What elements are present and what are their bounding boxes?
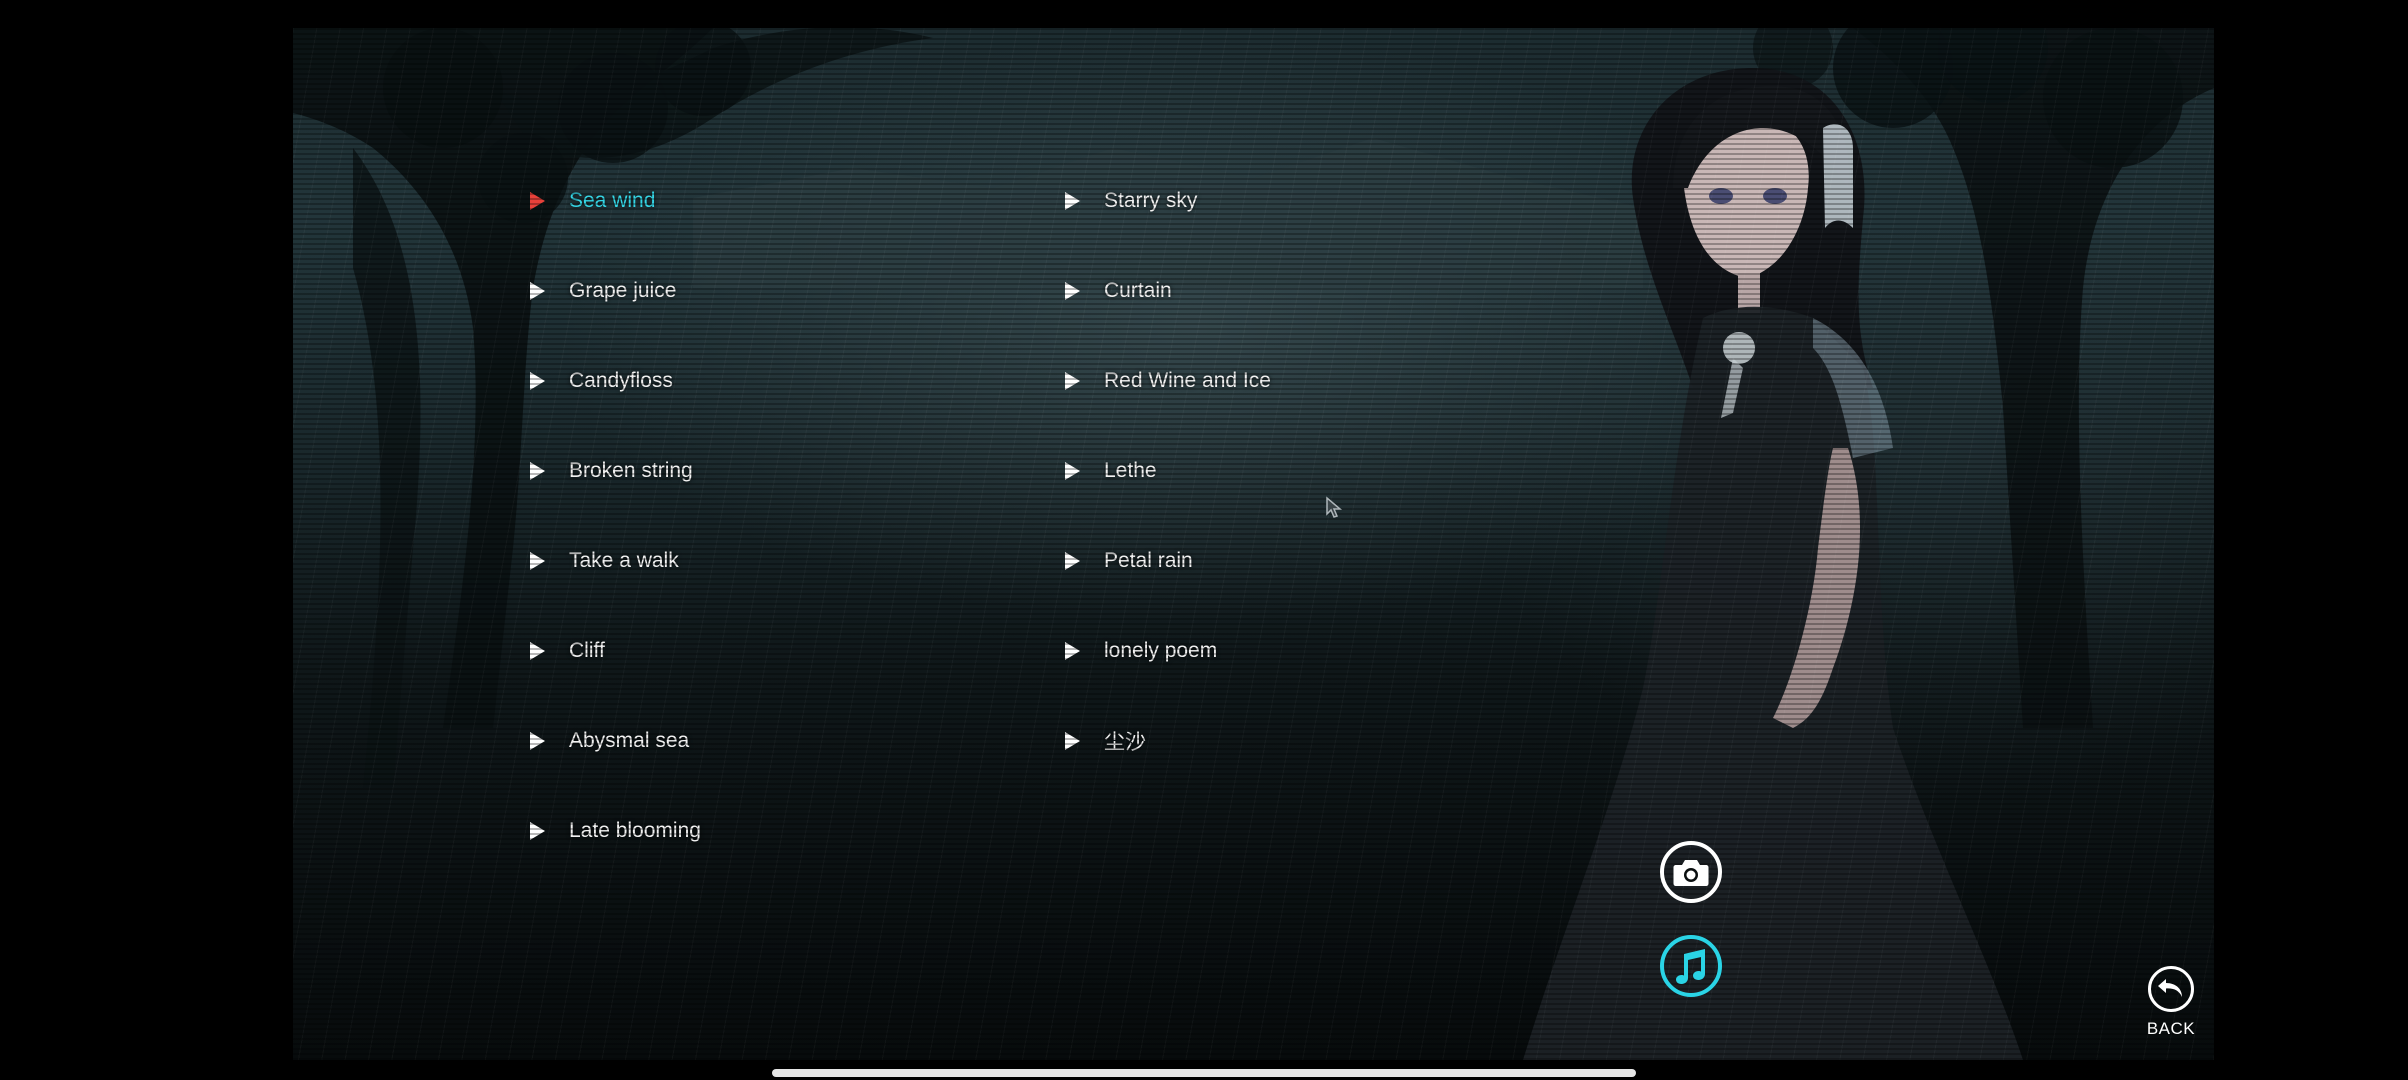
track-item[interactable]: Abysmal sea (530, 721, 689, 761)
track-item[interactable]: Petal rain (1065, 541, 1193, 581)
play-icon (1065, 552, 1080, 570)
music-gallery-screen: Sea wind Grape juice Candyfloss Broken stri… (293, 28, 2214, 1060)
track-item[interactable]: Cliff (530, 631, 605, 671)
play-icon (1065, 282, 1080, 300)
track-item[interactable]: Sea wind (530, 181, 655, 221)
character-illustration (1523, 68, 2023, 1060)
play-icon (530, 462, 545, 480)
track-item[interactable]: Take a walk (530, 541, 679, 581)
undo-arrow-icon (2148, 966, 2194, 1012)
play-icon (530, 552, 545, 570)
play-icon (1065, 462, 1080, 480)
track-label: 尘沙 (1104, 731, 1146, 754)
track-label: Petal rain (1104, 549, 1193, 572)
play-icon (530, 732, 545, 750)
track-label: Sea wind (569, 189, 656, 212)
music-note-icon (1676, 949, 1705, 984)
play-icon (530, 192, 545, 210)
home-indicator[interactable] (772, 1069, 1636, 1077)
play-icon (1065, 372, 1080, 390)
track-label: Late blooming (569, 819, 701, 842)
track-item[interactable]: Candyfloss (530, 361, 673, 401)
track-label: Starry sky (1104, 189, 1198, 212)
play-icon (530, 372, 545, 390)
track-item[interactable]: Red Wine and Ice (1065, 361, 1271, 401)
track-item[interactable]: Late blooming (530, 811, 701, 851)
track-label: Lethe (1104, 459, 1157, 482)
track-label: Grape juice (569, 279, 677, 302)
track-item[interactable]: Grape juice (530, 271, 676, 311)
track-label: lonely poem (1104, 639, 1218, 662)
track-label: Candyfloss (569, 369, 673, 392)
track-item[interactable]: Starry sky (1065, 181, 1197, 221)
music-button[interactable] (1660, 935, 1722, 997)
track-label: Broken string (569, 459, 693, 482)
play-icon (530, 642, 545, 660)
track-item[interactable]: lonely poem (1065, 631, 1217, 671)
track-label: Abysmal sea (569, 729, 690, 752)
track-label: Cliff (569, 639, 605, 662)
play-icon (530, 282, 545, 300)
track-label: Curtain (1104, 279, 1172, 302)
play-icon (1065, 642, 1080, 660)
track-item[interactable]: 尘沙 (1065, 721, 1146, 761)
screen: Sea wind Grape juice Candyfloss Broken stri… (0, 0, 2408, 1080)
track-label: Take a walk (569, 549, 679, 572)
play-icon (1065, 192, 1080, 210)
track-label: Red Wine and Ice (1104, 369, 1271, 392)
track-item[interactable]: Lethe (1065, 451, 1157, 491)
track-item[interactable]: Broken string (530, 451, 693, 491)
back-button[interactable]: BACK (2143, 966, 2199, 1046)
camera-button[interactable] (1660, 841, 1722, 903)
mouse-cursor-icon (1326, 496, 1343, 518)
play-icon (530, 822, 545, 840)
track-item[interactable]: Curtain (1065, 271, 1172, 311)
play-icon (1065, 732, 1080, 750)
back-label: BACK (2146, 1019, 2196, 1038)
camera-icon (1673, 860, 1709, 886)
